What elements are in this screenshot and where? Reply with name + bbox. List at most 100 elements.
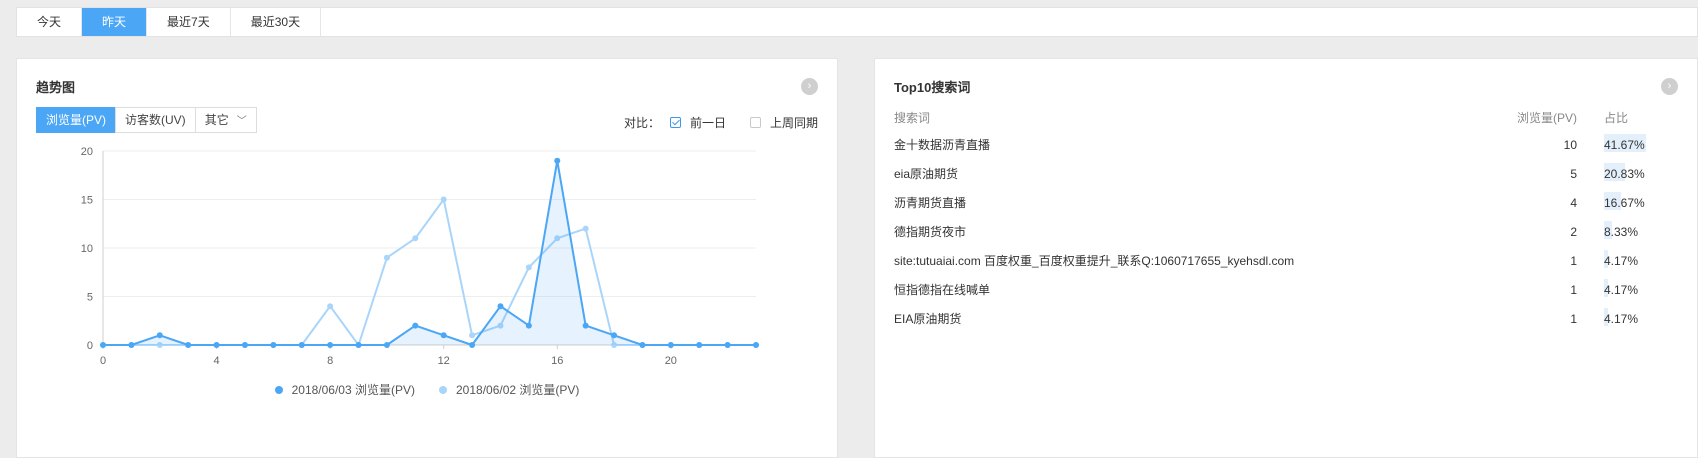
table-row: site:tutuaiai.com 百度权重_百度权重提升_联系Q:106071… bbox=[894, 246, 1684, 275]
ratio-cell: 4.17% bbox=[1583, 278, 1684, 297]
series-0-point bbox=[753, 342, 759, 348]
compare-option-prev-day[interactable]: 前一日 bbox=[690, 114, 726, 131]
ratio-text: 20.83% bbox=[1604, 166, 1645, 181]
series-1-point bbox=[440, 196, 447, 203]
series-1-point bbox=[327, 303, 334, 310]
ratio-text: 8.33% bbox=[1604, 224, 1639, 239]
series-0-point bbox=[440, 332, 447, 339]
compare-option-last-week[interactable]: 上周同期 bbox=[770, 114, 818, 131]
series-0-point bbox=[213, 342, 220, 348]
top10-panel: Top10搜索词 › 搜索词 浏览量(PV) 占比 金十数据沥青直播 10 41.6… bbox=[874, 58, 1698, 458]
series-0-point bbox=[128, 342, 135, 348]
ratio-text: 4.17% bbox=[1604, 282, 1639, 297]
tab-last-30-days[interactable]: 最近30天 bbox=[231, 8, 322, 36]
x-tick-label: 12 bbox=[438, 355, 450, 367]
table-row: 德指期货夜市 2 8.33% bbox=[894, 217, 1684, 246]
series-0-point bbox=[156, 332, 163, 339]
series-0-point bbox=[185, 342, 192, 348]
keyword-cell[interactable]: 金十数据沥青直播 bbox=[894, 136, 1497, 153]
table-row: 恒指德指在线喊单 1 4.17% bbox=[894, 275, 1684, 304]
trend-title: 趋势图 bbox=[36, 80, 76, 95]
series-0-point bbox=[696, 342, 703, 348]
checkbox-icon-last-week[interactable] bbox=[749, 117, 761, 128]
legend-label-series-0: 2018/06/03 浏览量(PV) bbox=[291, 383, 415, 397]
series-1-line bbox=[103, 198, 756, 346]
checkbox-icon-prev-day[interactable] bbox=[669, 117, 681, 128]
series-1-point bbox=[582, 225, 589, 232]
series-1-point bbox=[383, 254, 390, 261]
metric-tab-pv[interactable]: 浏览量(PV) bbox=[36, 107, 117, 133]
series-0-point bbox=[582, 322, 589, 329]
compare-options: 对比： 前一日 上周同期 bbox=[624, 114, 818, 131]
y-tick-label: 15 bbox=[81, 195, 93, 207]
ratio-cell: 4.17% bbox=[1583, 307, 1684, 326]
tab-last-7-days[interactable]: 最近7天 bbox=[147, 8, 231, 36]
ratio-text: 16.67% bbox=[1604, 195, 1645, 210]
series-0-line bbox=[103, 159, 756, 346]
metric-tab-other[interactable]: 其它 ﹀ bbox=[194, 107, 257, 133]
keyword-cell[interactable]: 恒指德指在线喊单 bbox=[894, 281, 1497, 298]
ratio-cell: 8.33% bbox=[1583, 220, 1684, 239]
pv-cell: 1 bbox=[1570, 311, 1577, 326]
chevron-right-circle-icon[interactable]: › bbox=[801, 78, 818, 95]
series-0-area bbox=[103, 160, 756, 345]
pv-cell: 4 bbox=[1570, 195, 1577, 210]
x-tick-label: 4 bbox=[214, 355, 220, 367]
keyword-cell[interactable]: EIA原油期货 bbox=[894, 310, 1497, 327]
metric-tab-uv[interactable]: 访客数(UV) bbox=[115, 107, 196, 133]
x-tick-label: 8 bbox=[327, 355, 333, 367]
pv-cell: 10 bbox=[1563, 137, 1577, 152]
table-row: 沥青期货直播 4 16.67% bbox=[894, 188, 1684, 217]
compare-label: 对比： bbox=[623, 116, 660, 130]
chevron-right-circle-icon[interactable]: › bbox=[1661, 78, 1678, 95]
table-header: 搜索词 浏览量(PV) 占比 bbox=[894, 104, 1684, 130]
pv-cell: 1 bbox=[1570, 282, 1577, 297]
pv-cell: 1 bbox=[1570, 253, 1577, 268]
table-row: eia原油期货 5 20.83% bbox=[894, 159, 1684, 188]
ratio-text: 4.17% bbox=[1604, 311, 1639, 326]
header-pv: 浏览量(PV) bbox=[1516, 110, 1577, 125]
legend-dot-icon bbox=[274, 385, 283, 394]
y-tick-label: 10 bbox=[81, 243, 93, 255]
pv-cell: 2 bbox=[1570, 224, 1577, 239]
top10-table: 搜索词 浏览量(PV) 占比 金十数据沥青直播 10 41.67% eia原油期货 5 2… bbox=[894, 104, 1684, 333]
top10-title: Top10搜索词 bbox=[894, 80, 971, 95]
legend-label-series-1: 2018/06/02 浏览量(PV) bbox=[456, 383, 580, 397]
series-0-point bbox=[667, 342, 674, 348]
keyword-cell[interactable]: 德指期货夜市 bbox=[894, 223, 1497, 240]
keyword-cell[interactable]: 沥青期货直播 bbox=[894, 194, 1497, 211]
legend-item-series-1[interactable]: 2018/06/02 浏览量(PV) bbox=[439, 381, 579, 398]
series-0-point bbox=[469, 342, 476, 348]
ratio-cell: 16.67% bbox=[1583, 191, 1684, 210]
date-range-tabs: 今天 昨天 最近7天 最近30天 bbox=[16, 7, 1698, 37]
tab-yesterday[interactable]: 昨天 bbox=[82, 8, 148, 36]
keyword-cell[interactable]: site:tutuaiai.com 百度权重_百度权重提升_联系Q:106071… bbox=[894, 252, 1497, 269]
trend-panel: 趋势图 › 浏览量(PV) 访客数(UV) 其它 ﹀ 对比： 前一日 上周同期 0… bbox=[16, 58, 838, 458]
ratio-cell: 20.83% bbox=[1583, 162, 1684, 181]
series-0-point bbox=[241, 342, 248, 348]
y-tick-label: 5 bbox=[87, 292, 93, 304]
keyword-cell[interactable]: eia原油期货 bbox=[894, 165, 1497, 182]
header-ratio: 占比 bbox=[1604, 110, 1629, 125]
metric-tabs: 浏览量(PV) 访客数(UV) 其它 ﹀ bbox=[36, 107, 257, 133]
series-0-point bbox=[611, 332, 618, 339]
metric-tab-other-label: 其它 bbox=[204, 113, 229, 127]
series-0-point bbox=[724, 342, 731, 348]
pv-cell: 5 bbox=[1570, 166, 1577, 181]
series-1-point bbox=[469, 332, 476, 339]
table-row: 金十数据沥青直播 10 41.67% bbox=[894, 130, 1684, 159]
series-0-point bbox=[327, 342, 334, 348]
series-0-point bbox=[355, 342, 362, 348]
ratio-cell: 4.17% bbox=[1583, 249, 1684, 268]
tab-today[interactable]: 今天 bbox=[17, 8, 83, 36]
x-tick-label: 16 bbox=[551, 355, 563, 367]
x-tick-label: 20 bbox=[665, 355, 677, 367]
series-1-point bbox=[412, 235, 419, 242]
legend-item-series-0[interactable]: 2018/06/03 浏览量(PV) bbox=[274, 381, 415, 398]
series-0-point bbox=[639, 342, 646, 348]
ratio-text: 41.67% bbox=[1604, 137, 1645, 152]
series-0-point bbox=[554, 157, 561, 164]
legend-dot-icon bbox=[439, 385, 447, 394]
header-word: 搜索词 bbox=[894, 110, 931, 125]
series-0-point bbox=[412, 322, 419, 329]
